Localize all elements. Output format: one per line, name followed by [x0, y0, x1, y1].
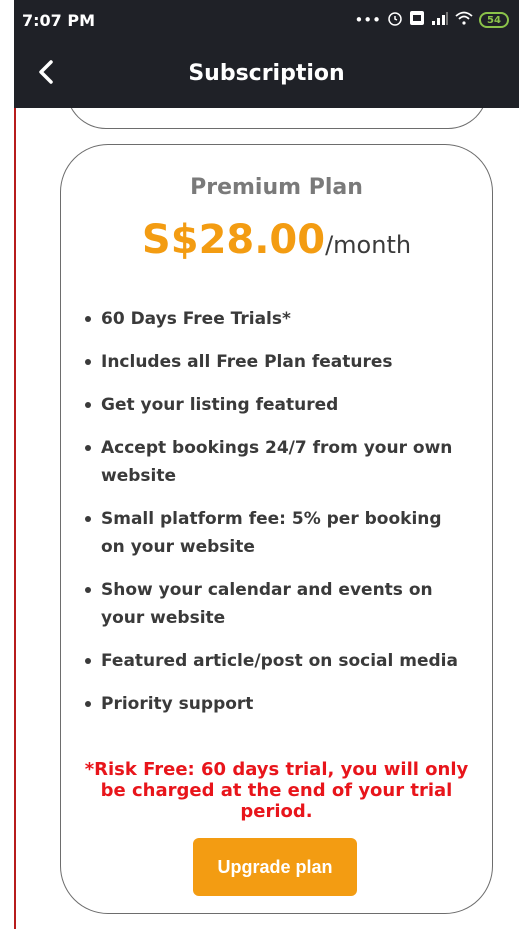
- feature-item: 60 Days Free Trials*: [81, 305, 461, 333]
- feature-item: Accept bookings 24/7 from your own websi…: [81, 434, 461, 490]
- risk-free-note: *Risk Free: 60 days trial, you will only…: [84, 759, 469, 822]
- app-bar: Subscription: [14, 40, 519, 108]
- feature-item: Get your listing featured: [81, 391, 461, 419]
- feature-list: 60 Days Free Trials* Includes all Free P…: [81, 305, 461, 733]
- premium-plan-card: Premium Plan S$28.00/month 60 Days Free …: [60, 144, 493, 914]
- subscription-content[interactable]: Premium Plan S$28.00/month 60 Days Free …: [14, 108, 519, 929]
- status-icons: ••• 54: [354, 10, 509, 30]
- feature-item: Featured article/post on social media: [81, 647, 461, 675]
- status-bar: 7:07 PM ••• 54: [14, 0, 519, 40]
- wifi-icon: [455, 11, 473, 29]
- signal-icon: [431, 11, 449, 29]
- alarm-icon: [387, 10, 403, 30]
- feature-item: Show your calendar and events on your we…: [81, 576, 461, 632]
- feature-item: Includes all Free Plan features: [81, 348, 461, 376]
- price-row: S$28.00/month: [61, 217, 492, 263]
- volte-icon: [409, 10, 425, 30]
- page-title: Subscription: [188, 61, 345, 86]
- battery-icon: 54: [479, 12, 509, 28]
- feature-item: Small platform fee: 5% per booking on yo…: [81, 505, 461, 561]
- more-icon: •••: [354, 11, 381, 29]
- upgrade-plan-button[interactable]: Upgrade plan: [193, 838, 357, 896]
- plan-price: S$28.00: [141, 217, 326, 263]
- status-time: 7:07 PM: [22, 10, 96, 30]
- feature-item: Priority support: [81, 690, 461, 718]
- plan-name: Premium Plan: [190, 175, 363, 200]
- price-period: /month: [325, 231, 412, 259]
- previous-plan-card: [66, 108, 488, 129]
